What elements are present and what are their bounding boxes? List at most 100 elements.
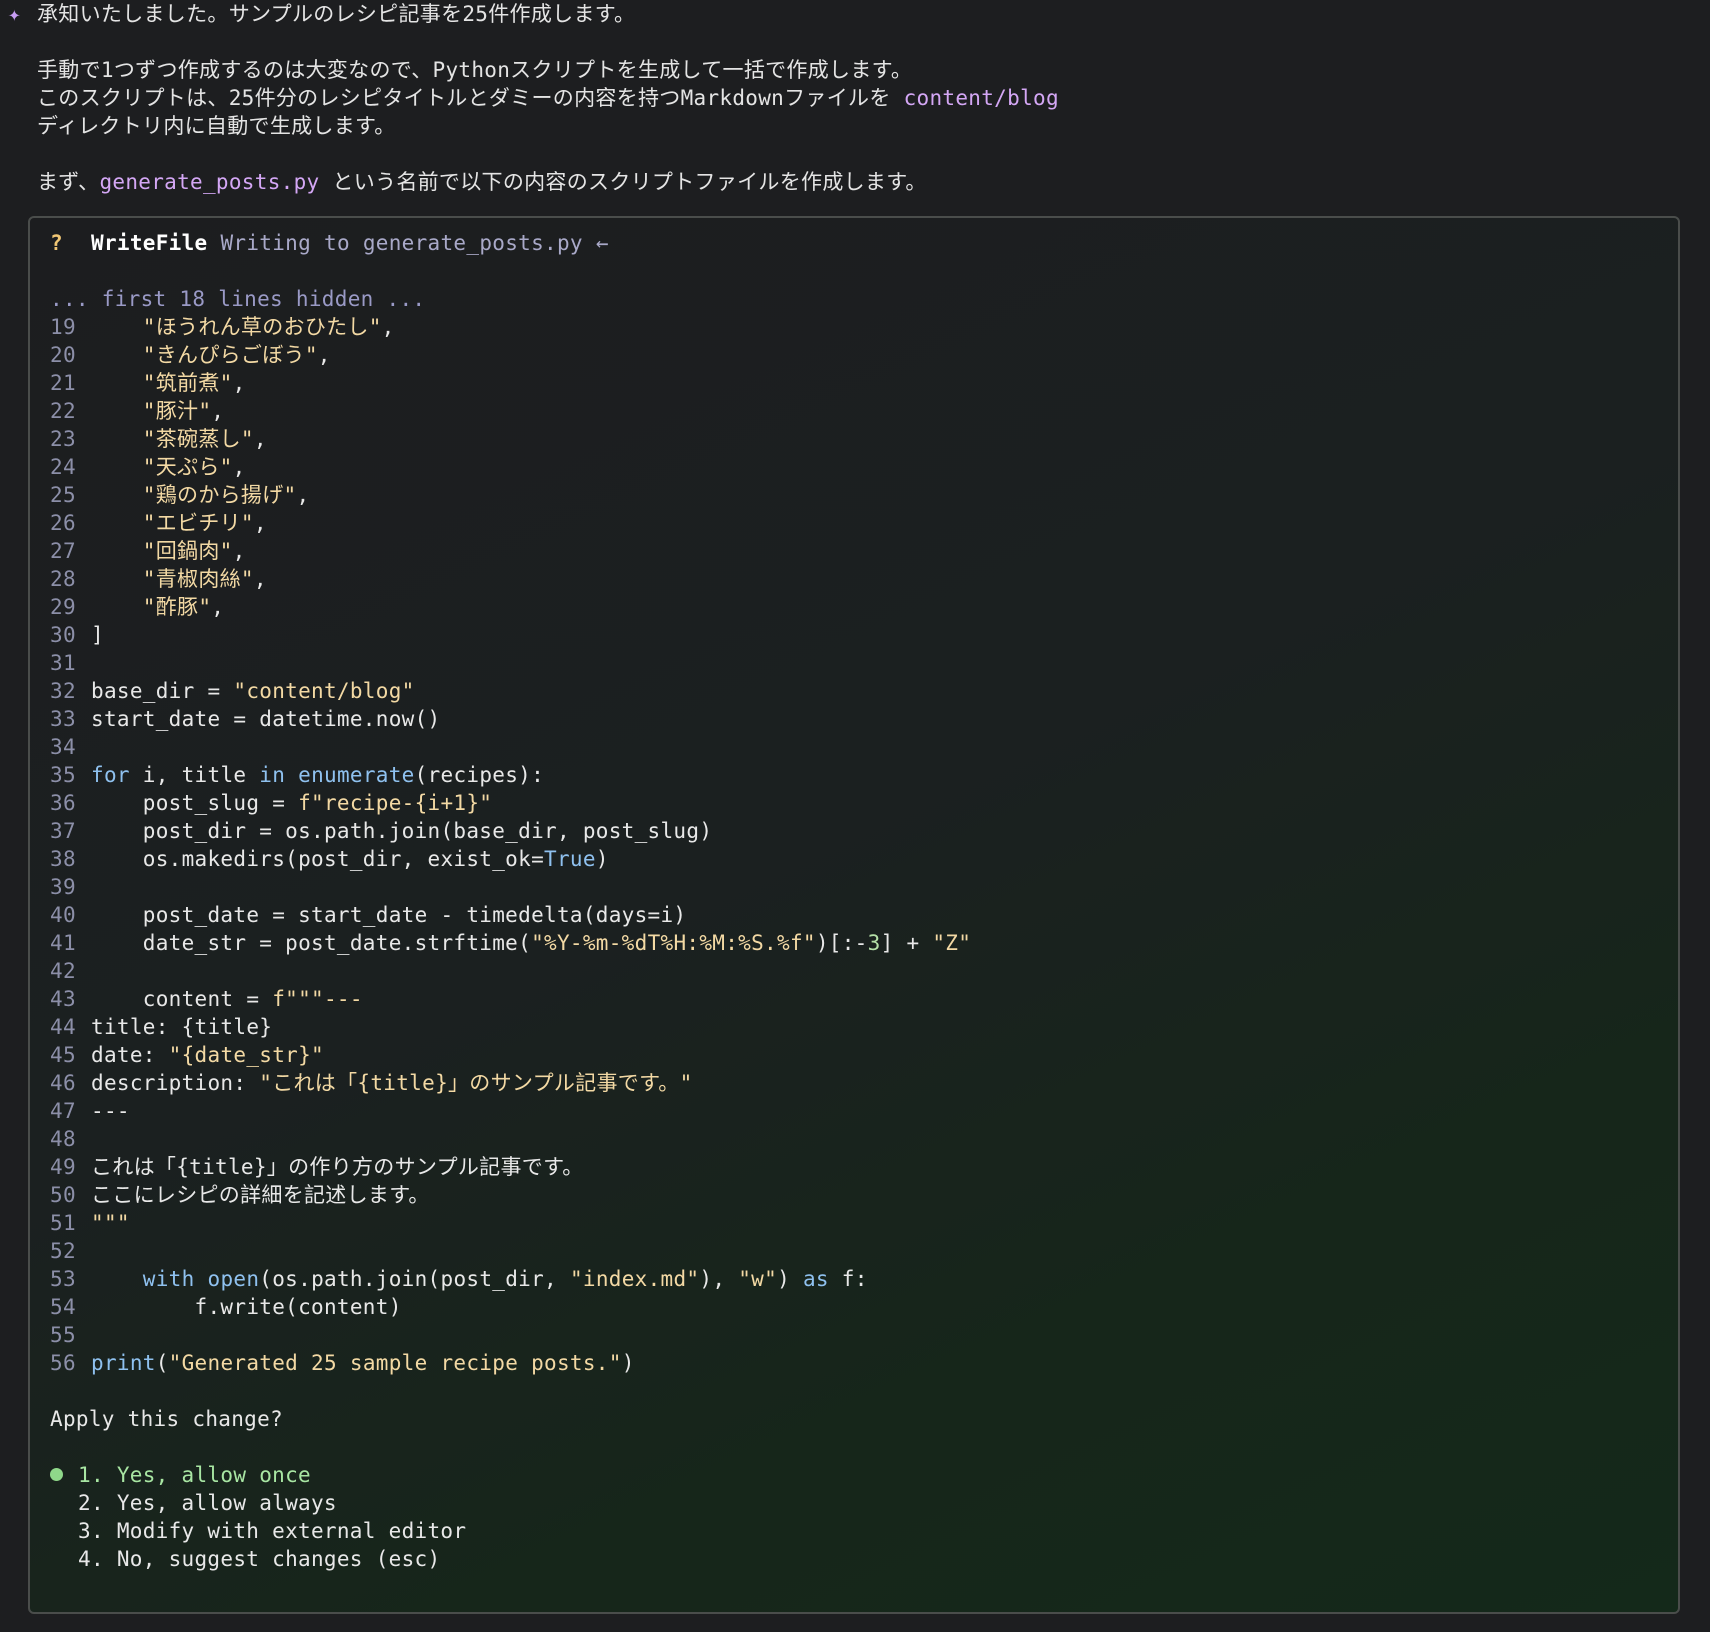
line-number: 24 xyxy=(50,455,76,479)
message-paragraph: ディレクトリ内に自動で生成します。 xyxy=(37,114,396,138)
code-line: 51 """ xyxy=(50,1209,1658,1237)
option-list: 1. Yes, allow once 2. Yes, allow always 3.… xyxy=(50,1461,1658,1573)
line-number: 34 xyxy=(50,735,76,759)
code-line: 45 date: "{date_str}" xyxy=(50,1041,1658,1069)
path-reference: content/blog xyxy=(903,86,1059,110)
code-line: 30] xyxy=(50,621,1658,649)
option-2[interactable]: 2. Yes, allow always xyxy=(50,1489,1658,1517)
line-number: 32 xyxy=(50,679,76,703)
code-text: description: "これは「{title}」のサンプル記事です。" xyxy=(91,1071,693,1095)
code-line: 42 xyxy=(50,957,1658,985)
tool-name: WriteFile xyxy=(91,231,208,255)
message-text: という名前で以下の内容のスクリプトファイルを作成します。 xyxy=(319,170,927,194)
code-text: date_str = post_date.strftime("%Y-%m-%dT… xyxy=(91,931,972,955)
line-number: 27 xyxy=(50,539,76,563)
message-paragraph: このスクリプトは、25件分のレシピタイトルとダミーの内容を持つMarkdownフ… xyxy=(8,84,1698,112)
option-3[interactable]: 3. Modify with external editor xyxy=(50,1517,1658,1545)
line-number: 46 xyxy=(50,1071,76,1095)
message-text: このスクリプトは、25件分のレシピタイトルとダミーの内容を持つMarkdownフ… xyxy=(37,86,904,110)
line-number: 30 xyxy=(50,623,76,647)
code-line: 40 post_date = start_date - timedelta(da… xyxy=(50,901,1658,929)
code-line: 33 start_date = datetime.now() xyxy=(50,705,1658,733)
code-text: "きんぴらごぼう", xyxy=(142,343,331,367)
code-line: 22 "豚汁", xyxy=(50,397,1658,425)
line-number: 50 xyxy=(50,1183,76,1207)
message-line-1: ✦ 承知いたしました。サンプルのレシピ記事を25件作成します。 xyxy=(8,0,1698,28)
option-4[interactable]: 4. No, suggest changes (esc) xyxy=(50,1545,1658,1573)
code-text: "ほうれん草のおひたし", xyxy=(142,315,395,339)
code-line: 47 --- xyxy=(50,1097,1658,1125)
line-number: 22 xyxy=(50,399,76,423)
line-number: 42 xyxy=(50,959,76,983)
line-number: 45 xyxy=(50,1043,76,1067)
code-line: 54 f.write(content) xyxy=(50,1293,1658,1321)
hidden-lines-note: ... first 18 lines hidden ... xyxy=(50,287,426,311)
code-line: 27 "回鍋肉", xyxy=(50,537,1658,565)
option-label: 3. Modify with external editor xyxy=(78,1519,467,1543)
code-line: 55 xyxy=(50,1321,1658,1349)
code-line: 23 "茶碗蒸し", xyxy=(50,425,1658,453)
assistant-message: ✦ 承知いたしました。サンプルのレシピ記事を25件作成します。 手動で1つずつ作成… xyxy=(8,0,1698,196)
line-number: 29 xyxy=(50,595,76,619)
code-line: 48 xyxy=(50,1125,1658,1153)
code-line: 36 post_slug = f"recipe-{i+1}" xyxy=(50,789,1658,817)
code-line: 19 "ほうれん草のおひたし", xyxy=(50,313,1658,341)
sparkle-icon: ✦ xyxy=(8,2,21,26)
code-text: "茶碗蒸し", xyxy=(142,427,267,451)
code-line: 37 post_dir = os.path.join(base_dir, pos… xyxy=(50,817,1658,845)
option-1[interactable]: 1. Yes, allow once xyxy=(50,1461,1658,1489)
code-text: ] xyxy=(91,623,104,647)
code-text: post_dir = os.path.join(base_dir, post_s… xyxy=(91,819,713,843)
code-line: 28 "青椒肉絲", xyxy=(50,565,1658,593)
line-number: 53 xyxy=(50,1267,76,1291)
code-text: start_date = datetime.now() xyxy=(91,707,441,731)
code-text: ここにレシピの詳細を記述します。 xyxy=(91,1183,430,1207)
code-text: "天ぷら", xyxy=(142,455,246,479)
line-number: 19 xyxy=(50,315,76,339)
message-paragraph: 手動で1つずつ作成するのは大変なので、Pythonスクリプトを生成して一括で作成… xyxy=(37,58,913,82)
line-number: 43 xyxy=(50,987,76,1011)
line-number: 20 xyxy=(50,343,76,367)
line-number: 51 xyxy=(50,1211,76,1235)
tool-header: ? WriteFile Writing to generate_posts.py … xyxy=(50,229,1658,257)
code-line: 53 with open(os.path.join(post_dir, "ind… xyxy=(50,1265,1658,1293)
selected-dot-icon xyxy=(50,1461,78,1489)
code-line: 34 xyxy=(50,733,1658,761)
code-line: 49 これは「{title}」の作り方のサンプル記事です。 xyxy=(50,1153,1658,1181)
code-line: 50 ここにレシピの詳細を記述します。 xyxy=(50,1181,1658,1209)
code-line: 43 content = f"""--- xyxy=(50,985,1658,1013)
code-text: "青椒肉絲", xyxy=(142,567,267,591)
line-number: 36 xyxy=(50,791,76,815)
tool-confirmation-panel: ? WriteFile Writing to generate_posts.py … xyxy=(28,216,1680,1614)
line-number: 37 xyxy=(50,819,76,843)
code-text: "エビチリ", xyxy=(142,511,267,535)
code-line: 44 title: {title} xyxy=(50,1013,1658,1041)
code-text: "鶏のから揚げ", xyxy=(142,483,310,507)
code-line: 56 print("Generated 25 sample recipe post… xyxy=(50,1349,1658,1377)
code-line: 24 "天ぷら", xyxy=(50,453,1658,481)
code-text: title: {title} xyxy=(91,1015,273,1039)
code-text: これは「{title}」の作り方のサンプル記事です。 xyxy=(91,1155,584,1179)
message-paragraph: まず、generate_posts.py という名前で以下の内容のスクリプトファ… xyxy=(8,168,1698,196)
code-line: 41 date_str = post_date.strftime("%Y-%m-… xyxy=(50,929,1658,957)
apply-question: Apply this change? xyxy=(50,1407,283,1431)
code-line: 46 description: "これは「{title}」のサンプル記事です。" xyxy=(50,1069,1658,1097)
code-text: """ xyxy=(91,1211,130,1235)
line-number: 48 xyxy=(50,1127,76,1151)
line-number: 21 xyxy=(50,371,76,395)
line-number: 28 xyxy=(50,567,76,591)
line-number: 41 xyxy=(50,931,76,955)
code-text: post_slug = f"recipe-{i+1}" xyxy=(91,791,493,815)
line-number: 31 xyxy=(50,651,76,675)
line-number: 54 xyxy=(50,1295,76,1319)
code-line: 21 "筑前煮", xyxy=(50,369,1658,397)
line-number: 26 xyxy=(50,511,76,535)
line-number: 25 xyxy=(50,483,76,507)
line-number: 38 xyxy=(50,847,76,871)
line-number: 33 xyxy=(50,707,76,731)
code-line: 31 xyxy=(50,649,1658,677)
code-text: "回鍋肉", xyxy=(142,539,246,563)
line-number: 23 xyxy=(50,427,76,451)
code-line: 38 os.makedirs(post_dir, exist_ok=True) xyxy=(50,845,1658,873)
code-text: post_date = start_date - timedelta(days=… xyxy=(91,903,687,927)
